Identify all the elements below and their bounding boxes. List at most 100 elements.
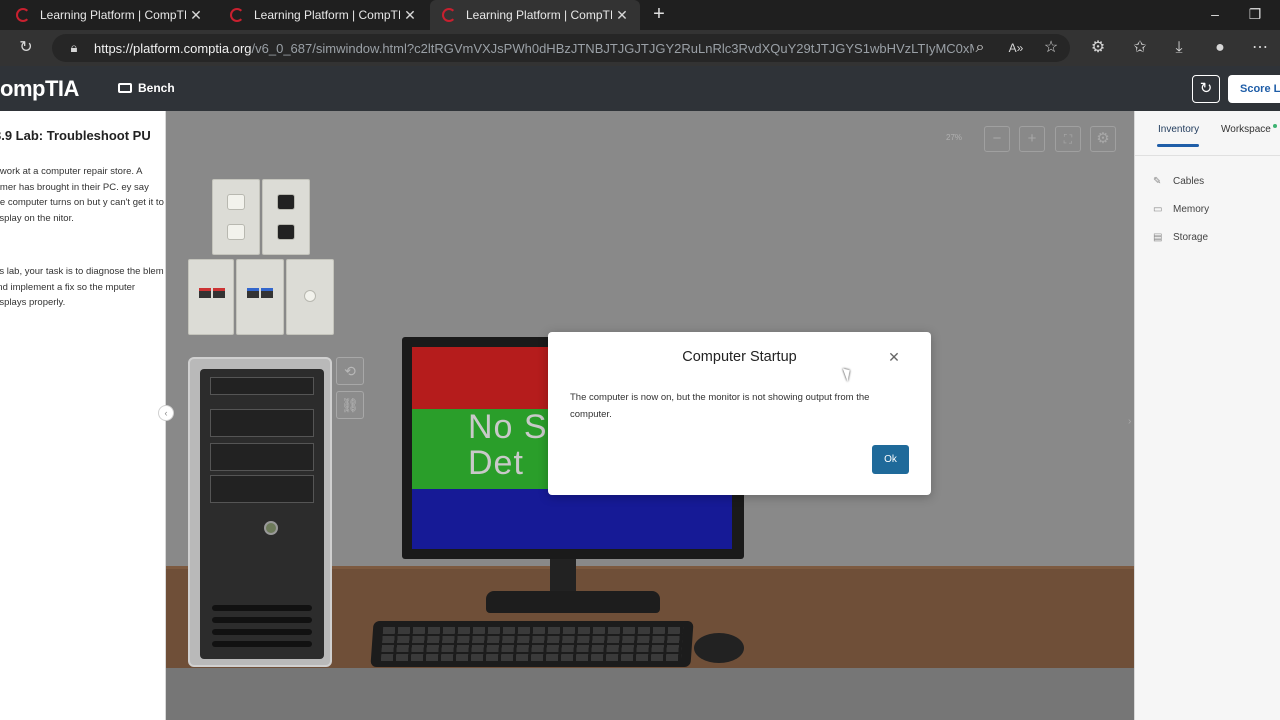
tab-workspace[interactable]: Workspace xyxy=(1221,124,1271,135)
lab-paragraph: u work at a computer repair store. A tom… xyxy=(0,166,164,224)
dialog-title: Computer Startup xyxy=(682,349,797,365)
dialog-message: The computer is now on, but the monitor … xyxy=(570,392,870,420)
keyboard[interactable] xyxy=(370,621,694,667)
download-icon[interactable]: ⤓ xyxy=(1167,36,1191,60)
network-port[interactable] xyxy=(199,288,211,298)
browser-tab-bar: Learning Platform | CompTIA ✕ Learning P… xyxy=(0,0,1280,30)
unlink-icon[interactable]: ⛓ xyxy=(336,391,364,419)
bench-tab[interactable]: Bench xyxy=(118,81,175,95)
comptia-logo: ompTIA xyxy=(0,76,79,101)
favorites-icon[interactable]: ✩ xyxy=(1128,36,1152,60)
plugged-socket[interactable] xyxy=(277,194,295,210)
outlet-socket[interactable] xyxy=(227,194,245,210)
network-port[interactable] xyxy=(247,288,259,298)
close-icon[interactable]: ✕ xyxy=(886,349,902,365)
storage-icon: ▤ xyxy=(1153,232,1163,243)
app-header: ompTIA Bench ↻ Score La xyxy=(0,66,1280,111)
coax-port[interactable] xyxy=(304,290,316,302)
inventory-item-label: Storage xyxy=(1173,232,1209,243)
power-button-icon[interactable] xyxy=(264,521,278,535)
inventory-item-label: Memory xyxy=(1173,204,1210,215)
url-omnibox[interactable]: 🔒︎ https://platform.comptia.org/v6_0_687… xyxy=(52,34,1070,62)
lab-instructions-panel: 3.9 Lab: Troubleshoot PU u work at a com… xyxy=(0,111,166,720)
browser-address-bar: ↻ 🔒︎ https://platform.comptia.org/v6_0_6… xyxy=(0,30,1280,66)
drive-bay xyxy=(210,409,314,437)
minimize-icon[interactable]: – xyxy=(1205,6,1225,22)
tab-title: Learning Platform | CompTIA xyxy=(40,8,186,22)
vent xyxy=(212,641,312,647)
bench-icon xyxy=(118,83,132,93)
browser-tab[interactable]: Learning Platform | CompTIA ✕ xyxy=(218,0,428,30)
read-aloud-icon[interactable]: A» xyxy=(1004,36,1028,60)
tab-close-icon[interactable]: ✕ xyxy=(612,7,632,24)
zoom-level: 27% xyxy=(946,133,963,142)
reset-lab-button[interactable]: ↻ xyxy=(1192,75,1220,103)
refresh-icon[interactable]: ↻ xyxy=(14,36,38,60)
cables-icon: ✎ xyxy=(1153,176,1162,187)
lab-title: 3.9 Lab: Troubleshoot PU xyxy=(0,128,151,143)
tab-title: Learning Platform | CompTIA xyxy=(466,8,612,22)
tab-inventory[interactable]: Inventory xyxy=(1158,124,1199,135)
inventory-item-memory[interactable]: ▭ Memory xyxy=(1153,204,1209,215)
fullscreen-icon[interactable]: ⛶ xyxy=(1055,126,1081,152)
drive-bay xyxy=(210,443,314,471)
power-outlet[interactable] xyxy=(212,179,260,255)
outlet-socket[interactable] xyxy=(227,224,245,240)
rotate-view-icon[interactable]: ⟲ xyxy=(336,357,364,385)
network-port[interactable] xyxy=(261,288,273,298)
network-wall-plate[interactable] xyxy=(236,259,284,335)
score-lab-button[interactable]: Score La xyxy=(1228,75,1280,103)
power-outlet-plugged[interactable] xyxy=(262,179,310,255)
inventory-item-label: Cables xyxy=(1173,176,1205,187)
browser-tab-active[interactable]: Learning Platform | CompTIA ✕ xyxy=(430,0,640,30)
collapse-left-panel-icon[interactable]: ‹ xyxy=(158,405,174,421)
drive-bay xyxy=(210,377,314,395)
vent xyxy=(212,629,312,635)
coax-wall-plate[interactable] xyxy=(286,259,334,335)
computer-startup-dialog: Computer Startup ✕ The computer is now o… xyxy=(548,332,931,495)
screen-bar-blue xyxy=(412,489,732,549)
plugged-socket[interactable] xyxy=(277,224,295,240)
profile-icon[interactable]: ● xyxy=(1208,36,1232,60)
floor xyxy=(166,668,1134,720)
active-tab-indicator xyxy=(1157,144,1199,147)
comptia-favicon-icon xyxy=(230,8,244,22)
settings-gear-icon[interactable]: ⚙ xyxy=(1090,126,1116,152)
browser-tab[interactable]: Learning Platform | CompTIA ✕ xyxy=(4,0,214,30)
zoom-icon[interactable]: ⌕ xyxy=(968,36,992,60)
new-tab-icon[interactable]: + xyxy=(648,4,670,26)
bench-label: Bench xyxy=(138,81,175,95)
workspace-status-dot xyxy=(1273,124,1277,128)
mouse[interactable] xyxy=(694,633,744,663)
monitor-stand xyxy=(550,559,576,595)
extensions-icon[interactable]: ⚙ xyxy=(1086,36,1110,60)
ok-button[interactable]: Ok xyxy=(872,445,909,474)
network-wall-plate[interactable] xyxy=(188,259,234,335)
comptia-favicon-icon xyxy=(16,8,30,22)
no-signal-text: No S Det xyxy=(468,408,548,482)
tab-close-icon[interactable]: ✕ xyxy=(186,7,206,24)
drive-bay xyxy=(210,475,314,503)
memory-icon: ▭ xyxy=(1153,204,1163,215)
tower-front-panel xyxy=(200,369,324,659)
comptia-favicon-icon xyxy=(442,8,456,22)
lab-paragraph: his lab, your task is to diagnose the bl… xyxy=(0,266,164,308)
inventory-item-cables[interactable]: ✎ Cables xyxy=(1153,176,1204,187)
zoom-in-icon[interactable]: + xyxy=(1019,126,1045,152)
collapse-right-panel-icon[interactable]: › xyxy=(1128,416,1140,432)
inventory-item-storage[interactable]: ▤ Storage xyxy=(1153,232,1208,243)
restore-icon[interactable]: ❐ xyxy=(1245,6,1265,23)
more-icon[interactable]: ⋯ xyxy=(1248,36,1272,60)
lock-icon[interactable]: 🔒︎ xyxy=(62,36,86,60)
star-icon[interactable]: ☆ xyxy=(1039,36,1063,60)
network-port[interactable] xyxy=(213,288,225,298)
divider xyxy=(1135,155,1280,156)
tab-close-icon[interactable]: ✕ xyxy=(400,7,420,24)
monitor-stand-base xyxy=(486,591,660,613)
zoom-out-icon[interactable]: − xyxy=(984,126,1010,152)
inventory-panel: Inventory Workspace ✎ Cables ▭ Memory ▤ … xyxy=(1134,111,1280,720)
url-text[interactable]: https://platform.comptia.org/v6_0_687/si… xyxy=(94,41,974,56)
vent xyxy=(212,617,312,623)
computer-tower[interactable] xyxy=(188,357,332,667)
vent xyxy=(212,605,312,611)
